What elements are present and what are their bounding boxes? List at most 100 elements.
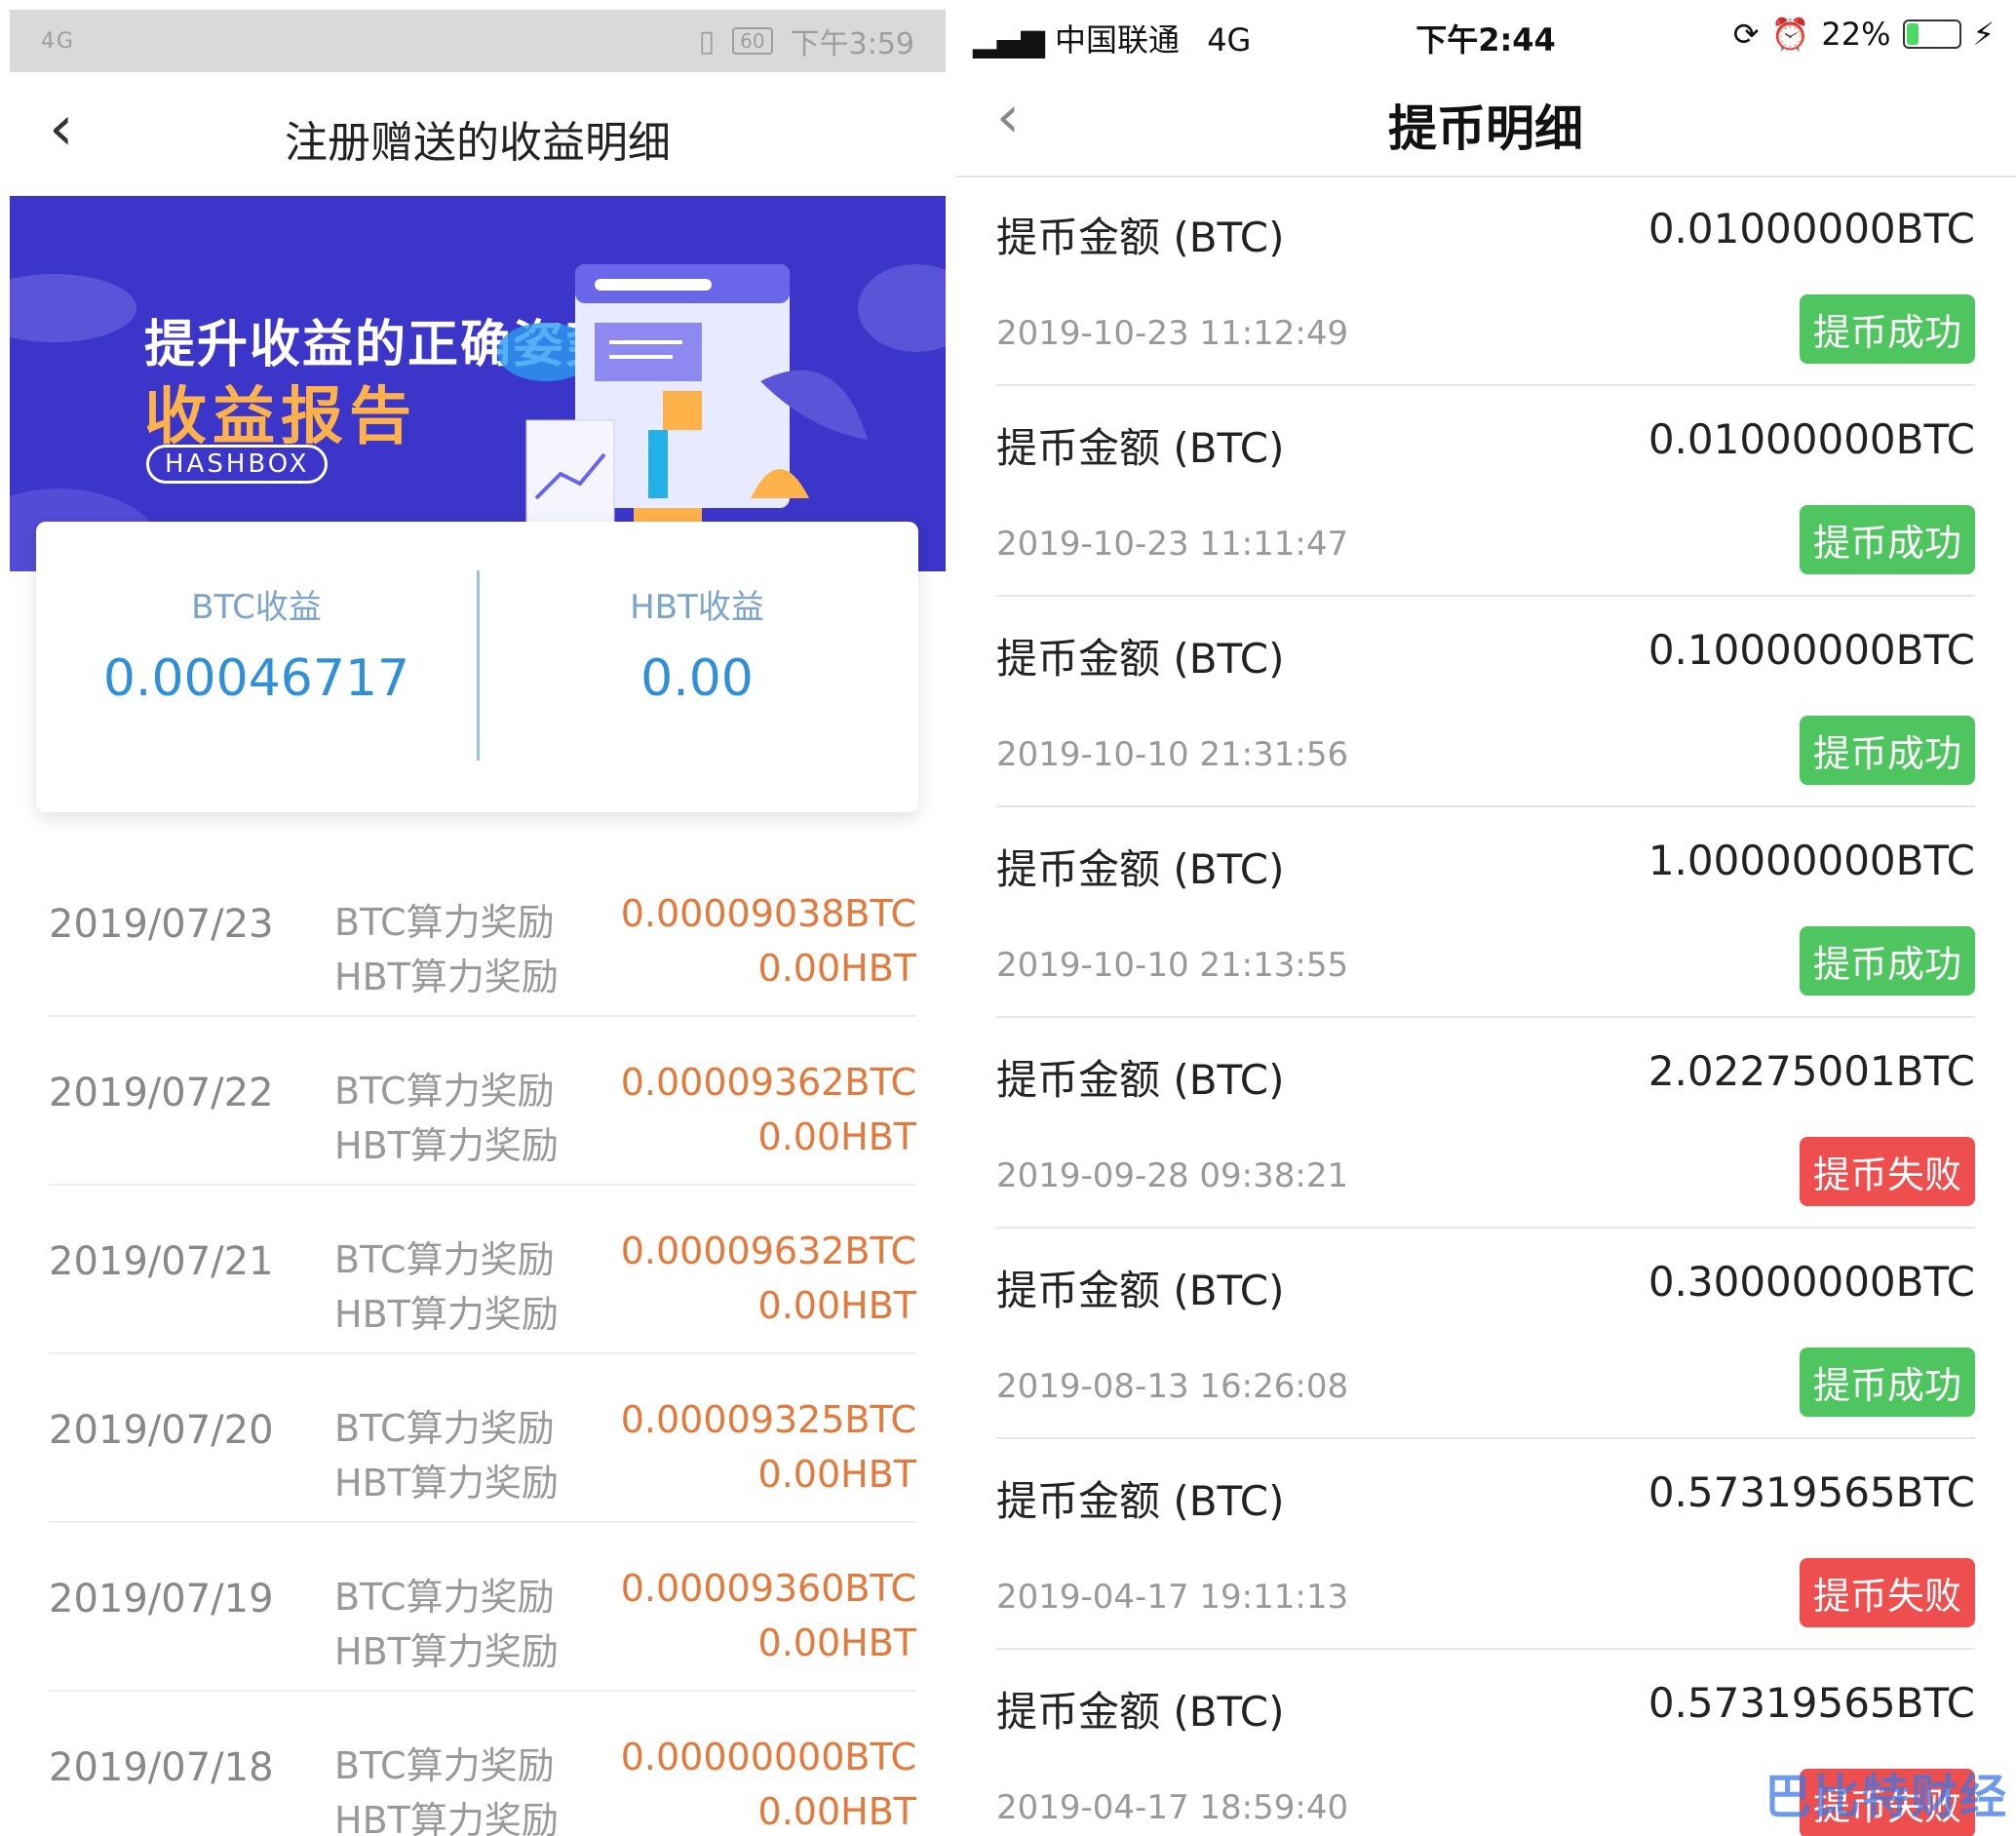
earnings-summary-card: BTC收益 0.00046717 HBT收益 0.00	[36, 522, 918, 812]
btc-reward-label: BTC算力奖励	[334, 1238, 555, 1281]
reward-date: 2019/07/20	[49, 1408, 274, 1453]
reward-row[interactable]: 2019/07/20 BTC算力奖励 0.00009325BTC HBT算力奖励…	[49, 1354, 916, 1523]
reward-date: 2019/07/19	[49, 1577, 274, 1621]
status-bar: 4G ▯ 60 下午3:59	[10, 10, 946, 72]
withdrawal-time: 2019-10-23 11:11:47	[996, 525, 1349, 564]
banner-brand: HASHBOX	[146, 445, 329, 484]
withdrawal-label: 提币金额 (BTC)	[996, 845, 1285, 893]
withdrawal-item[interactable]: 提币金额 (BTC) 0.01000000BTC 2019-10-23 11:1…	[996, 176, 1975, 386]
status-badge: 提币成功	[1799, 926, 1975, 996]
nav-bar: ‹ 注册赠送的收益明细	[10, 72, 946, 196]
signal-icon: 4G	[41, 28, 76, 54]
hbt-reward-value: 0.00HBT	[757, 1115, 916, 1158]
withdrawal-time: 2019-09-28 09:38:21	[996, 1156, 1349, 1195]
withdrawal-amount: 0.57319565BTC	[1648, 1679, 1975, 1727]
withdrawal-amount: 0.10000000BTC	[1648, 626, 1975, 674]
withdrawal-label: 提币金额 (BTC)	[996, 214, 1285, 261]
withdrawal-item[interactable]: 提币金额 (BTC) 0.57319565BTC 2019-04-17 19:1…	[996, 1439, 1975, 1650]
status-badge: 提币成功	[1799, 1348, 1975, 1417]
btc-reward-value: 0.00009038BTC	[620, 892, 916, 935]
btc-reward-value: 0.00009362BTC	[620, 1061, 916, 1104]
status-bar: ▂▄▆ 中国联通 4G 下午2:44 ⟳ ⏰ 22% ⚡	[955, 0, 2016, 74]
left-screen: 4G ▯ 60 下午3:59 ‹ 注册赠送的收益明细 提升收益的正确姿势 收益报…	[10, 10, 946, 1836]
withdrawal-time: 2019-08-13 16:26:08	[996, 1367, 1349, 1406]
cloud-decoration	[10, 274, 136, 342]
btc-reward-value: 0.00009360BTC	[620, 1567, 916, 1610]
withdrawal-label: 提币金额 (BTC)	[996, 1477, 1285, 1525]
hbt-earnings-value: 0.00	[640, 649, 754, 708]
withdrawal-label: 提币金额 (BTC)	[996, 1267, 1285, 1314]
withdrawal-amount: 1.00000000BTC	[1648, 837, 1975, 884]
withdrawal-item[interactable]: 提币金额 (BTC) 1.00000000BTC 2019-10-10 21:1…	[996, 807, 1975, 1018]
hbt-reward-value: 0.00HBT	[757, 1284, 916, 1327]
hbt-reward-label: HBT算力奖励	[334, 1124, 559, 1167]
reward-row[interactable]: 2019/07/19 BTC算力奖励 0.00009360BTC HBT算力奖励…	[49, 1523, 916, 1692]
btc-reward-value: 0.00009325BTC	[620, 1398, 916, 1441]
battery-icon	[1902, 20, 1961, 49]
charging-icon: ⚡	[1972, 16, 1995, 53]
btc-reward-value: 0.00009632BTC	[620, 1230, 916, 1272]
withdrawal-item[interactable]: 提币金额 (BTC) 0.10000000BTC 2019-10-10 21:3…	[996, 597, 1975, 807]
reward-row[interactable]: 2019/07/21 BTC算力奖励 0.00009632BTC HBT算力奖励…	[49, 1186, 916, 1354]
reward-row[interactable]: 2019/07/18 BTC算力奖励 0.00000000BTC HBT算力奖励…	[49, 1692, 916, 1836]
status-badge: 提币失败	[1799, 1558, 1975, 1627]
hbt-reward-label: HBT算力奖励	[334, 956, 559, 998]
hbt-reward-value: 0.00HBT	[757, 1790, 916, 1833]
withdrawal-label: 提币金额 (BTC)	[996, 1056, 1285, 1104]
status-badge: 提币成功	[1799, 505, 1975, 574]
reward-date: 2019/07/22	[49, 1071, 274, 1115]
btc-reward-label: BTC算力奖励	[334, 1070, 555, 1113]
withdrawal-time: 2019-10-10 21:31:56	[996, 735, 1349, 774]
battery-percent: 22%	[1821, 16, 1891, 53]
hbt-reward-value: 0.00HBT	[757, 1621, 916, 1664]
btc-earnings-label: BTC收益	[191, 588, 322, 627]
withdrawal-item[interactable]: 提币金额 (BTC) 2.02275001BTC 2019-09-28 09:3…	[996, 1018, 1975, 1229]
hbt-reward-label: HBT算力奖励	[334, 1293, 559, 1336]
reward-date: 2019/07/23	[49, 902, 274, 947]
btc-reward-label: BTC算力奖励	[334, 901, 555, 944]
withdrawal-amount: 0.57319565BTC	[1648, 1468, 1975, 1516]
banner-report-title: 收益报告	[144, 381, 417, 453]
hbt-earnings: HBT收益 0.00	[477, 580, 917, 708]
withdrawal-label: 提币金额 (BTC)	[996, 1688, 1285, 1736]
watermark: 巴比特财经	[1764, 1770, 2008, 1824]
withdrawal-time: 2019-10-10 21:13:55	[996, 946, 1349, 985]
btc-reward-label: BTC算力奖励	[334, 1744, 555, 1787]
withdrawal-item[interactable]: 提币金额 (BTC) 0.01000000BTC 2019-10-23 11:1…	[996, 386, 1975, 597]
promo-banner[interactable]: 提升收益的正确姿势 收益报告 HASHBOX	[10, 196, 946, 571]
hbt-earnings-label: HBT收益	[630, 588, 764, 627]
withdrawal-time: 2019-04-17 18:59:40	[996, 1788, 1349, 1827]
btc-reward-label: BTC算力奖励	[334, 1407, 555, 1450]
withdrawal-list: 提币金额 (BTC) 0.01000000BTC 2019-10-23 11:1…	[996, 176, 1975, 1836]
hbt-reward-label: HBT算力奖励	[334, 1799, 559, 1836]
withdrawal-amount: 0.01000000BTC	[1648, 205, 1975, 253]
reward-row[interactable]: 2019/07/22 BTC算力奖励 0.00009362BTC HBT算力奖励…	[49, 1017, 916, 1186]
status-badge: 提币失败	[1799, 1137, 1975, 1206]
reward-list: 2019/07/23 BTC算力奖励 0.00009038BTC HBT算力奖励…	[49, 848, 916, 1836]
alarm-icon: ⏰	[1770, 16, 1810, 53]
page-title: 注册赠送的收益明细	[285, 118, 671, 168]
withdrawal-amount: 2.02275001BTC	[1648, 1047, 1975, 1095]
hbt-reward-label: HBT算力奖励	[334, 1630, 559, 1673]
withdrawal-time: 2019-10-23 11:12:49	[996, 314, 1349, 353]
btc-earnings: BTC收益 0.00046717	[36, 580, 477, 708]
btc-reward-label: BTC算力奖励	[334, 1576, 555, 1619]
status-badge: 提币成功	[1799, 294, 1975, 364]
reward-row[interactable]: 2019/07/23 BTC算力奖励 0.00009038BTC HBT算力奖励…	[49, 848, 916, 1017]
hbt-reward-value: 0.00HBT	[757, 1453, 916, 1496]
withdrawal-label: 提币金额 (BTC)	[996, 635, 1285, 683]
withdrawal-item[interactable]: 提币金额 (BTC) 0.30000000BTC 2019-08-13 16:2…	[996, 1229, 1975, 1439]
hbt-reward-value: 0.00HBT	[757, 947, 916, 990]
page-title: 提币明细	[1388, 100, 1583, 157]
withdrawal-amount: 0.30000000BTC	[1648, 1258, 1975, 1306]
nav-bar: ‹ 提币明细	[955, 74, 2016, 177]
withdrawal-time: 2019-04-17 19:11:13	[996, 1578, 1349, 1617]
btc-reward-value: 0.00000000BTC	[620, 1736, 916, 1778]
status-badge: 提币成功	[1799, 716, 1975, 785]
withdrawal-amount: 0.01000000BTC	[1648, 415, 1975, 463]
reward-date: 2019/07/18	[49, 1745, 274, 1790]
report-illustration	[497, 264, 868, 557]
battery-icon: 60	[732, 27, 773, 55]
rotation-lock-icon: ⟳	[1732, 16, 1760, 53]
vibrate-icon: ▯	[698, 23, 716, 59]
